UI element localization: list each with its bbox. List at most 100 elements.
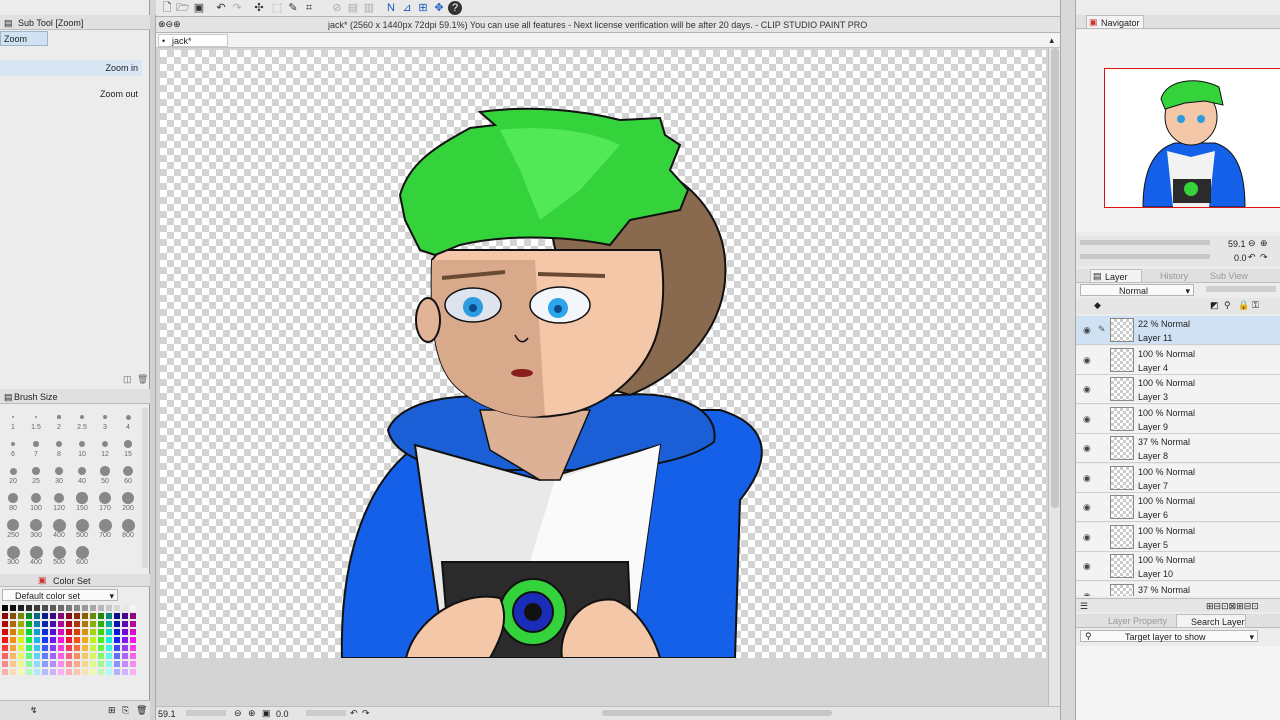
color-swatch[interactable] <box>58 621 64 627</box>
color-swatch[interactable] <box>122 661 128 667</box>
color-swatch[interactable] <box>74 629 80 635</box>
new-layer-icon[interactable]: ⊞⊟⊡⊠⊞⊟⊡ <box>1206 601 1259 612</box>
brush-size-option[interactable]: 500 <box>48 543 70 569</box>
new-file-icon[interactable]: 🗋 <box>160 1 174 15</box>
color-swatch[interactable] <box>18 669 24 675</box>
color-swatch[interactable] <box>26 613 32 619</box>
color-swatch[interactable] <box>106 653 112 659</box>
color-swatch[interactable] <box>42 669 48 675</box>
snap-vector-icon[interactable]: ✥ <box>432 1 446 15</box>
color-swatch[interactable] <box>66 645 72 651</box>
color-swatch[interactable] <box>130 653 136 659</box>
color-swatch[interactable] <box>74 605 80 611</box>
delete-icon[interactable]: 🗑 <box>136 705 147 716</box>
color-swatch[interactable] <box>2 637 8 643</box>
rotation-slider[interactable] <box>306 710 346 716</box>
canvas[interactable] <box>160 50 1046 658</box>
color-swatch[interactable] <box>82 653 88 659</box>
color-swatch[interactable] <box>114 637 120 643</box>
brush-size-option[interactable]: 12 <box>94 435 116 461</box>
color-swatch[interactable] <box>98 621 104 627</box>
color-swatch[interactable] <box>66 605 72 611</box>
eye-icon[interactable]: ◉ <box>1083 591 1091 597</box>
color-swatch[interactable] <box>18 661 24 667</box>
color-swatch[interactable] <box>42 637 48 643</box>
color-swatch[interactable] <box>34 645 40 651</box>
color-swatch[interactable] <box>130 637 136 643</box>
brush-size-option[interactable]: 800 <box>117 516 139 542</box>
color-swatch[interactable] <box>42 653 48 659</box>
zoom-in-icon[interactable]: ⊕ <box>1260 238 1268 249</box>
fit-icon[interactable]: ▣ <box>262 708 271 719</box>
color-swatch[interactable] <box>58 613 64 619</box>
brush-size-option[interactable]: 40 <box>71 462 93 488</box>
brush-size-option[interactable]: 4 <box>117 408 139 434</box>
opacity-slider[interactable] <box>1206 286 1276 292</box>
tab-document[interactable]: • jack* <box>158 34 228 47</box>
color-swatch[interactable] <box>122 621 128 627</box>
brush-size-option[interactable]: 30 <box>48 462 70 488</box>
layer-row[interactable]: ◉ 100 % Normal Layer 6 <box>1076 493 1280 522</box>
color-swatch[interactable] <box>50 613 56 619</box>
tab-color-set[interactable]: Color Set <box>53 576 91 586</box>
color-swatch[interactable] <box>98 645 104 651</box>
color-swatch[interactable] <box>74 653 80 659</box>
brush-size-option[interactable]: 100 <box>25 489 47 515</box>
color-swatch[interactable] <box>50 629 56 635</box>
color-swatch[interactable] <box>18 621 24 627</box>
tab-layer[interactable]: ▤ Layer <box>1090 269 1142 283</box>
color-swatch[interactable] <box>26 629 32 635</box>
brush-size-option[interactable]: 120 <box>48 489 70 515</box>
color-swatch[interactable] <box>26 621 32 627</box>
status-rotation[interactable]: 0.0 <box>276 709 289 719</box>
navigator-rotation[interactable]: 0.0 <box>1234 253 1247 263</box>
color-swatch[interactable] <box>98 629 104 635</box>
right-divider[interactable] <box>1060 0 1076 720</box>
color-swatch[interactable] <box>50 661 56 667</box>
brush-size-option[interactable]: 300 <box>25 516 47 542</box>
color-swatch[interactable] <box>130 613 136 619</box>
color-swatch[interactable] <box>66 653 72 659</box>
color-swatch[interactable] <box>58 645 64 651</box>
layer-row[interactable]: ◉ 37 % Normal <box>1076 581 1280 597</box>
color-swatch[interactable] <box>2 661 8 667</box>
layer-row[interactable]: ◉ ✎ 22 % Normal Layer 11 <box>1076 316 1280 345</box>
brush-size-option[interactable]: 3 <box>94 408 116 434</box>
navigator-zoom-slider[interactable] <box>1080 240 1210 245</box>
color-swatch[interactable] <box>114 653 120 659</box>
color-swatch[interactable] <box>10 645 16 651</box>
eye-icon[interactable]: ◉ <box>1083 502 1091 513</box>
save-icon[interactable]: ▣ <box>192 1 206 15</box>
color-swatch[interactable] <box>98 613 104 619</box>
eye-icon[interactable]: ◉ <box>1083 414 1091 425</box>
pen-lock-icon[interactable]: ✎ <box>1098 324 1106 335</box>
color-swatch[interactable] <box>130 605 136 611</box>
clip-icon[interactable]: ▥ <box>362 1 376 15</box>
color-swatch[interactable] <box>50 653 56 659</box>
color-swatch[interactable] <box>42 629 48 635</box>
tool-icon[interactable]: ↯ <box>30 705 38 716</box>
color-swatch[interactable] <box>90 605 96 611</box>
rotate-right-icon[interactable]: ↷ <box>362 708 370 719</box>
brush-size-option[interactable]: 60 <box>117 462 139 488</box>
color-swatch[interactable] <box>42 645 48 651</box>
brush-size-option[interactable]: 2.5 <box>71 408 93 434</box>
open-icon[interactable]: 🗁 <box>176 1 190 15</box>
color-swatch[interactable] <box>18 629 24 635</box>
layer-row[interactable]: ◉ 100 % Normal Layer 10 <box>1076 552 1280 581</box>
color-set-select[interactable]: Default color set ▾ <box>2 589 118 601</box>
color-swatch[interactable] <box>82 661 88 667</box>
color-swatch[interactable] <box>2 605 8 611</box>
color-swatch[interactable] <box>122 637 128 643</box>
color-swatch[interactable] <box>74 621 80 627</box>
color-swatch[interactable] <box>66 621 72 627</box>
tab-layer-property[interactable]: Layer Property <box>1108 616 1167 626</box>
color-swatch[interactable] <box>90 645 96 651</box>
brush-size-scrollbar[interactable] <box>142 408 148 568</box>
color-swatch[interactable] <box>10 629 16 635</box>
brush-size-option[interactable]: 80 <box>2 489 24 515</box>
tab-history[interactable]: History <box>1160 271 1188 281</box>
color-swatch[interactable] <box>98 605 104 611</box>
layer-row[interactable]: ◉ 100 % Normal Layer 4 <box>1076 345 1280 375</box>
brush-size-option[interactable]: 6 <box>2 435 24 461</box>
